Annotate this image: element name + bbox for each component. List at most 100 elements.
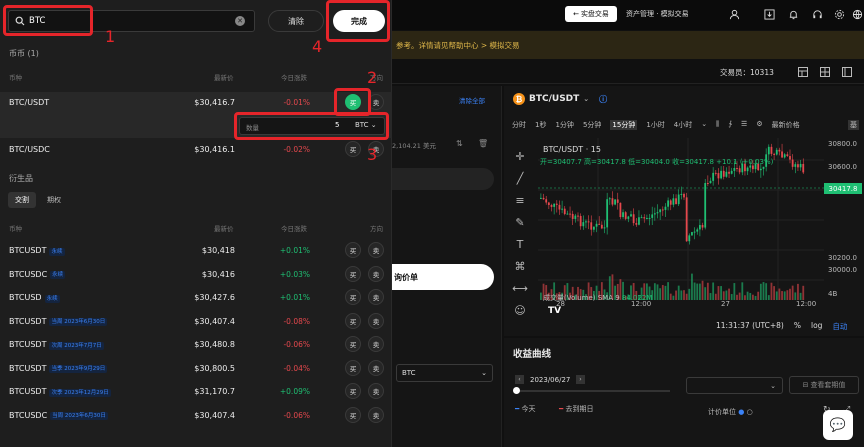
globe-icon[interactable] (850, 7, 864, 21)
price-type-select[interactable]: 最新价格 (772, 120, 800, 130)
candle-body (630, 214, 632, 217)
back-to-live-trading-button[interactable]: ← 实盘交易 (565, 6, 617, 22)
volume-bar (781, 291, 783, 300)
info-icon[interactable]: ⓘ (599, 94, 607, 105)
indicator-tab-cut[interactable]: 基 (848, 120, 859, 130)
candle-body (632, 214, 635, 224)
clear-all-link[interactable]: 清除全部 (459, 95, 485, 105)
candle-type-icon[interactable]: ⫼ (716, 120, 719, 130)
symbol-text: BTCUSDT (9, 246, 47, 255)
symbol-text: BTCUSDT (9, 340, 47, 349)
col-coin: 币种 (9, 74, 22, 82)
order-input[interactable] (392, 168, 494, 190)
crosshair-icon[interactable]: ✛ (512, 145, 528, 167)
link-icon[interactable]: ⇅ (456, 139, 463, 148)
candle-body (712, 172, 715, 181)
indicator-icon[interactable]: ∱ (728, 120, 732, 130)
chevron-down-icon[interactable]: ⌄ (701, 120, 707, 130)
rfq-order-button[interactable]: 询价单 (392, 264, 494, 290)
ruler-icon[interactable]: ⟷ (512, 277, 528, 299)
buy-button[interactable]: 买 (345, 406, 361, 423)
sell-button[interactable]: 卖 (368, 265, 384, 282)
tf-tab[interactable]: 1分钟 (555, 120, 573, 130)
candle-body (627, 216, 630, 219)
buy-button[interactable]: 买 (345, 141, 361, 157)
sell-button[interactable]: 卖 (368, 406, 384, 423)
buy-button[interactable]: 买 (345, 312, 361, 329)
radio-selected-icon[interactable]: ● (738, 408, 744, 416)
text-tool-icon[interactable]: T (512, 233, 528, 255)
buy-button[interactable]: 买 (345, 336, 361, 352)
buy-button[interactable]: 买 (345, 242, 361, 258)
clear-search-icon[interactable]: ✕ (235, 16, 245, 26)
auto-toggle[interactable]: 自动 (832, 321, 847, 332)
volume-bar (722, 291, 725, 300)
instrument-symbol: BTCUSDT 当周 2023年6月30日 (9, 317, 108, 326)
trader-id: 交易员：10313 (720, 68, 774, 77)
headset-icon[interactable] (810, 7, 824, 21)
sell-button[interactable]: 卖 (368, 312, 384, 329)
currency-select[interactable]: BTC ⌄ (396, 364, 493, 382)
candle-body (590, 222, 593, 230)
sell-button[interactable]: 卖 (368, 336, 384, 352)
prev-date-icon[interactable]: ‹ (515, 375, 524, 384)
list-icon[interactable]: ☰ (741, 120, 747, 130)
tf-tab[interactable]: 1秒 (535, 120, 546, 130)
buy-button[interactable]: 买 (345, 289, 361, 305)
volume-bar (709, 293, 712, 300)
settings-icon[interactable] (832, 7, 846, 21)
clear-button[interactable]: 清除 (268, 10, 324, 32)
trendline-icon[interactable]: ╱ (512, 167, 528, 189)
horizontal-lines-icon[interactable]: ≡ (512, 189, 528, 211)
log-toggle[interactable]: log (811, 321, 822, 332)
layout-icon[interactable] (796, 65, 810, 79)
emoji-icon[interactable]: ☺ (512, 299, 528, 321)
sell-button[interactable]: 卖 (368, 289, 384, 305)
candle-body (542, 197, 545, 200)
candle-body (730, 170, 733, 174)
annotation-box-3 (234, 112, 389, 140)
pattern-icon[interactable]: ⌘ (512, 255, 528, 277)
next-date-icon[interactable]: › (576, 375, 585, 384)
profit-select[interactable]: ⌄ (686, 377, 783, 394)
tf-tab[interactable]: 5分钟 (583, 120, 601, 130)
gear-icon[interactable]: ⚙ (756, 120, 762, 130)
derivatives-section-title: 衍生品 (9, 174, 33, 183)
buy-button[interactable]: 买 (345, 359, 361, 376)
radio-icon[interactable]: ○ (747, 408, 753, 416)
chat-support-icon[interactable]: 💬 (823, 410, 853, 440)
tf-tab[interactable]: 4小时 (674, 120, 692, 130)
sell-button[interactable]: 卖 (368, 359, 384, 376)
buy-button[interactable]: 买 (345, 383, 361, 399)
chart-title[interactable]: ₿ BTC/USDT ⌄ ⓘ (513, 93, 607, 105)
instrument-symbol: BTCUSD 永续 (9, 293, 60, 303)
grid-icon[interactable] (818, 65, 832, 79)
tf-tab-active[interactable]: 15分钟 (610, 120, 638, 130)
volume-bar (675, 290, 677, 300)
user-icon[interactable] (727, 7, 741, 21)
tf-tab[interactable]: 1小时 (646, 120, 664, 130)
price-tick: 30200.0 (828, 254, 857, 262)
volume-bar (691, 273, 693, 300)
download-icon[interactable] (762, 7, 776, 21)
date-slider-handle[interactable] (513, 387, 520, 394)
percent-toggle[interactable]: % (794, 321, 801, 332)
assets-menu[interactable]: 资产管理 · 模拟交易 (626, 9, 689, 19)
brush-icon[interactable]: ✎ (512, 211, 528, 233)
tab-futures[interactable]: 交割 (8, 192, 36, 208)
banner-text[interactable]: 参考。详情请见帮助中心 > 模拟交易 (396, 40, 520, 51)
date-slider[interactable] (515, 390, 670, 392)
instrument-symbol: BTCUSDT 次周 2023年7月7日 (9, 340, 104, 350)
bell-icon[interactable] (786, 7, 800, 21)
sell-button[interactable]: 卖 (368, 383, 384, 399)
tab-options[interactable]: 期权 (42, 192, 66, 208)
buy-button[interactable]: 买 (345, 265, 361, 282)
candle-body (669, 200, 672, 205)
sell-button[interactable]: 卖 (368, 242, 384, 258)
instrument-change: -0.02% (283, 145, 310, 154)
tf-tab[interactable]: 分时 (512, 120, 526, 130)
trash-icon[interactable]: 🗑 (478, 139, 488, 148)
time-axis: 28 12:00 27 12:00 (540, 300, 820, 312)
panel-icon[interactable] (840, 65, 854, 79)
view-hedge-button[interactable]: ⊟ 查看套期值 (789, 376, 859, 394)
